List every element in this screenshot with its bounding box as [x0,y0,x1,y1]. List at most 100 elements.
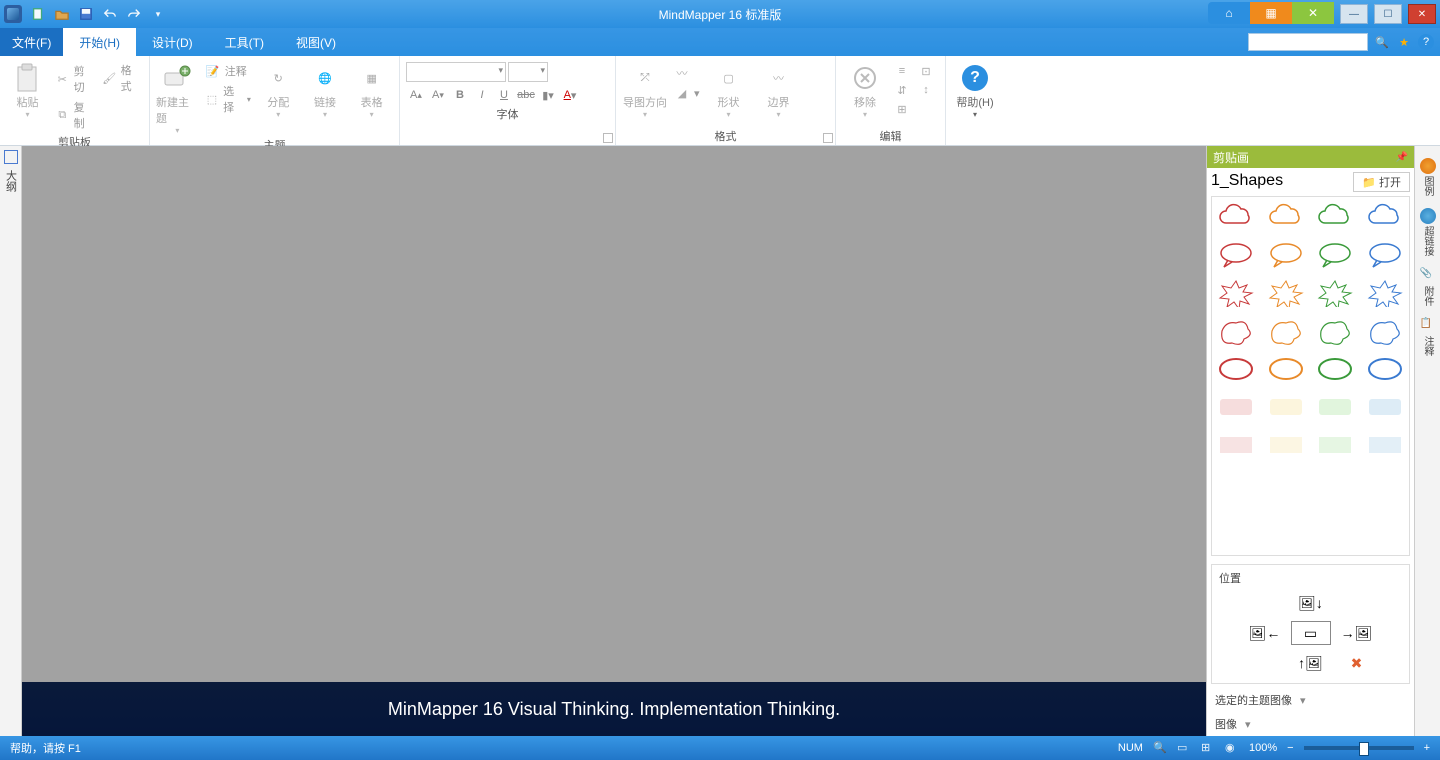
position-delete[interactable]: ✖ [1337,651,1377,675]
assign-button[interactable]: ↻分配▾ [257,58,300,119]
search-icon[interactable]: 🔍 [1374,34,1390,50]
grow-font-button[interactable]: A▴ [406,86,426,104]
search-box[interactable] [1248,33,1368,51]
position-center[interactable]: ▭ [1291,621,1331,645]
view-mode-1-icon[interactable]: ▭ [1177,741,1191,755]
minimize-button[interactable]: — [1340,4,1368,24]
zoom-fit-icon[interactable]: 🔍 [1153,741,1167,755]
zoom-in-button[interactable]: + [1424,742,1430,754]
outline-tab[interactable]: 大纲 [3,170,19,192]
calendar-button[interactable]: ▦ [1250,2,1292,24]
arrange-button[interactable]: ⊞ [892,100,912,118]
group-button[interactable]: ⊡ [916,62,936,80]
select-button[interactable]: ⬚选择▾ [203,82,253,116]
shape-item[interactable] [1315,279,1355,309]
shape-item[interactable] [1266,279,1306,309]
shape-item[interactable] [1216,317,1256,347]
position-right[interactable]: →🖼 [1337,621,1377,645]
tab-start[interactable]: 开始(H) [63,28,136,56]
qat-redo-icon[interactable] [124,4,144,24]
font-color-button[interactable]: A▾ [560,86,580,104]
annotation-button[interactable]: 📝注释 [203,62,253,80]
hyperlink-tab[interactable]: 超链接 [1420,208,1436,256]
shape-item[interactable] [1315,431,1355,461]
shapes-category-combo[interactable]: 1_Shapes [1211,172,1349,192]
paste-button[interactable]: 粘贴 ▾ [6,58,49,119]
shape-item[interactable] [1315,317,1355,347]
shape-item[interactable] [1315,203,1355,233]
spacing-button[interactable]: ⇵ [892,81,912,99]
open-button[interactable]: 📁打开 [1353,172,1410,192]
shape-item[interactable] [1365,393,1405,423]
view-mode-3-icon[interactable]: ◉ [1225,741,1239,755]
help-icon[interactable]: ? [1418,34,1434,50]
boundary-button[interactable]: 〰边界▾ [756,58,802,119]
shape-item[interactable] [1365,355,1405,385]
view-mode-2-icon[interactable]: ⊞ [1201,741,1215,755]
close-button[interactable]: ✕ [1408,4,1436,24]
shape-item[interactable] [1266,203,1306,233]
shape-item[interactable] [1216,393,1256,423]
shape-item[interactable] [1365,317,1405,347]
table-button[interactable]: ▦表格▾ [350,58,393,119]
tab-tools[interactable]: 工具(T) [209,28,280,56]
shape-item[interactable] [1266,355,1306,385]
line-style-button[interactable]: 〰 [672,64,702,82]
legend-tab[interactable]: 图例 [1420,158,1436,196]
new-topic-button[interactable]: 新建主题▾ [156,58,199,135]
shape-item[interactable] [1216,279,1256,309]
cut-button[interactable]: ✂剪切 [53,62,96,96]
shrink-font-button[interactable]: A▾ [428,86,448,104]
qat-open-icon[interactable] [52,4,72,24]
shapes-list[interactable] [1211,196,1410,556]
image-dropdown[interactable]: 图像▾ [1207,712,1414,736]
shape-button[interactable]: ▢形状▾ [706,58,752,119]
pin-icon[interactable]: 📌 [1396,152,1408,163]
shape-item[interactable] [1266,431,1306,461]
underline-button[interactable]: U [494,86,514,104]
canvas[interactable] [22,146,1206,682]
format-painter-button[interactable]: 🖌格式 [100,58,143,95]
shape-item[interactable] [1216,241,1256,271]
highlight-button[interactable]: ▮▾ [538,86,558,104]
favorite-icon[interactable]: ★ [1396,34,1412,50]
link-button[interactable]: 🌐链接▾ [304,58,347,119]
bold-button[interactable]: B [450,86,470,104]
align-button[interactable]: ≡ [892,62,912,80]
zoom-out-button[interactable]: − [1287,742,1293,754]
home-button[interactable]: ⌂ [1208,2,1250,24]
italic-button[interactable]: I [472,86,492,104]
shape-item[interactable] [1365,241,1405,271]
selected-topic-image-dropdown[interactable]: 选定的主题图像▾ [1207,688,1414,712]
shape-item[interactable] [1365,203,1405,233]
shape-item[interactable] [1365,431,1405,461]
font-size-combo[interactable] [508,62,548,82]
font-dialog-launcher[interactable] [603,133,613,143]
attachment-tab[interactable]: 📎附件 [1420,268,1436,306]
format-dialog-launcher[interactable] [823,133,833,143]
shape-item[interactable] [1266,241,1306,271]
strike-button[interactable]: abc [516,86,536,104]
position-left[interactable]: 🖼← [1245,621,1285,645]
shape-item[interactable] [1315,393,1355,423]
position-bottom[interactable]: ↑🖼 [1291,651,1331,675]
position-top[interactable]: 🖼↓ [1291,591,1331,615]
qat-new-icon[interactable] [28,4,48,24]
zoom-slider[interactable] [1304,746,1414,750]
tab-view[interactable]: 视图(V) [280,28,352,56]
qat-undo-icon[interactable] [100,4,120,24]
shape-item[interactable] [1315,241,1355,271]
shape-item[interactable] [1216,431,1256,461]
note-tab[interactable]: 📋注释 [1420,318,1436,356]
canvas-area[interactable]: MinMapper 16 Visual Thinking. Implementa… [22,146,1206,736]
copy-button[interactable]: ⧉复制 [53,98,96,132]
fill-color-button[interactable]: ◢▾ [672,84,702,102]
qat-customize-icon[interactable]: ▾ [148,4,168,24]
maximize-button[interactable]: ☐ [1374,4,1402,24]
shape-item[interactable] [1216,355,1256,385]
remove-button[interactable]: 移除▾ [842,58,888,119]
share-button[interactable]: ✕ [1292,2,1334,24]
tab-design[interactable]: 设计(D) [136,28,209,56]
font-family-combo[interactable] [406,62,506,82]
shape-item[interactable] [1216,203,1256,233]
